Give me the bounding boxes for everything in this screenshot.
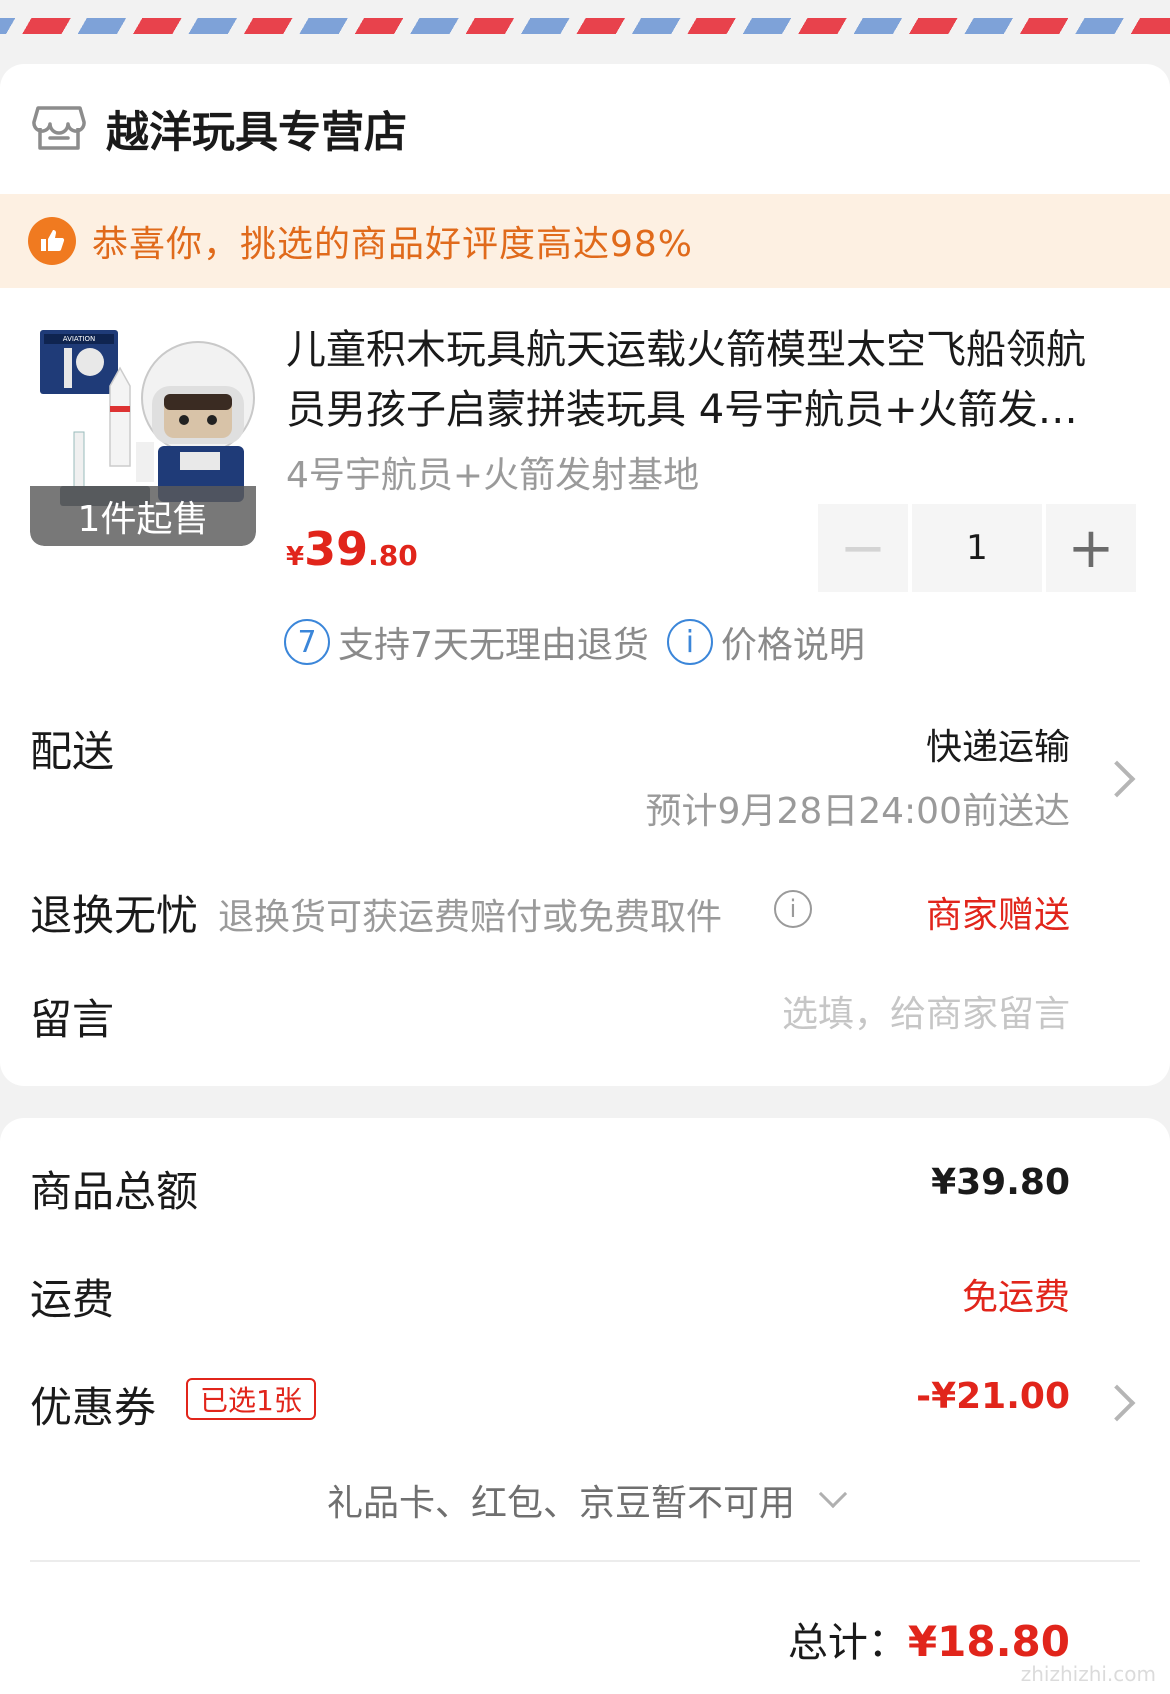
delivery-eta: 预计9月28日24:00前送达 (645, 791, 1070, 832)
chevron-right-icon[interactable] (1098, 760, 1136, 798)
return-description: 退换货可获运费赔付或免费取件 (218, 897, 723, 938)
thumbs-up-icon (28, 217, 76, 265)
return-value: 商家赠送 (925, 895, 1070, 936)
product-price: ¥39.80 (286, 522, 418, 576)
coupon-value[interactable]: -¥21.00 (916, 1376, 1070, 1417)
subtotal-label: 商品总额 (30, 1167, 199, 1216)
message-input[interactable] (650, 986, 1070, 1042)
return-policy-text[interactable]: 支持7天无理由退货 (338, 616, 649, 668)
subtotal-value: ¥39.80 (931, 1162, 1070, 1203)
chevron-right-icon[interactable] (1098, 1384, 1136, 1422)
min-order-badge: 1件起售 (30, 486, 256, 546)
quantity-stepper: − 1 + (818, 504, 1136, 592)
divider (30, 1560, 1140, 1562)
price-integer: 39 (304, 522, 369, 576)
service-row: 7 支持7天无理由退货 i 价格说明 (284, 616, 865, 668)
order-card: 越洋玩具专营店 恭喜你，挑选的商品好评度高达98% AVIATION 1件起售 … (0, 64, 1170, 1086)
gift-card-row[interactable]: 礼品卡、红包、京豆暂不可用 (0, 1470, 1170, 1530)
price-info-icon: i (666, 619, 713, 665)
decrease-button[interactable]: − (818, 504, 908, 592)
price-currency: ¥ (286, 542, 305, 572)
shop-header[interactable]: 越洋玩具专营店 (30, 94, 407, 164)
increase-button[interactable]: + (1046, 504, 1136, 592)
delivery-method[interactable]: 快递运输 (926, 718, 1070, 770)
box-label: AVIATION (63, 335, 96, 343)
rating-banner: 恭喜你，挑选的商品好评度高达98% (0, 194, 1170, 288)
product-title[interactable]: 儿童积木玩具航天运载火箭模型太空飞船领航员男孩子启蒙拼装玩具 4号宇航员+火箭发… (286, 320, 1116, 440)
airmail-stripe (0, 18, 1170, 34)
product-image[interactable]: AVIATION 1件起售 (30, 326, 256, 546)
quantity-value[interactable]: 1 (912, 504, 1042, 592)
gift-card-note: 礼品卡、红包、京豆暂不可用 (326, 1483, 795, 1524)
watermark: zhizhizhi.com (1020, 1662, 1156, 1686)
total-value: ¥18.80 (907, 1617, 1070, 1666)
price-note-link[interactable]: 价格说明 (721, 616, 865, 668)
info-icon[interactable]: i (774, 890, 812, 928)
chevron-down-icon (818, 1479, 848, 1509)
banner-text: 恭喜你，挑选的商品好评度高达98% (92, 224, 694, 265)
shipping-label: 运费 (30, 1275, 115, 1324)
price-decimal: .80 (368, 539, 418, 572)
coupon-label: 优惠券 (30, 1383, 157, 1432)
return-label: 退换无忧 (30, 891, 199, 940)
delivery-label: 配送 (30, 727, 115, 776)
message-label: 留言 (30, 995, 115, 1044)
total-label: 总计： (787, 1620, 908, 1666)
product-spec[interactable]: 4号宇航员+火箭发射基地 (286, 446, 699, 498)
coupon-selected-tag[interactable]: 已选1张 (186, 1378, 316, 1420)
seven-day-return-icon: 7 (284, 619, 330, 665)
shipping-value: 免运费 (961, 1277, 1070, 1318)
summary-card: 商品总额 ¥39.80 运费 免运费 优惠券 已选1张 -¥21.00 礼品卡、… (0, 1118, 1170, 1694)
store-icon (30, 98, 106, 160)
total-row: 总计： ¥18.80 (788, 1610, 1070, 1668)
shop-name: 越洋玩具专营店 (106, 108, 407, 158)
